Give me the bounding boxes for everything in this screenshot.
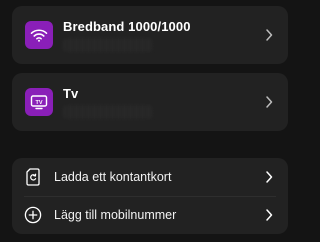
load-prepaid-card-label: Ladda ett kontantkort xyxy=(54,170,172,184)
chevron-right-icon xyxy=(264,28,274,42)
service-card-broadband[interactable]: Bredband 1000/1000 xyxy=(12,6,288,64)
tv-icon: TV xyxy=(25,88,53,116)
add-mobile-number-row[interactable]: Lägg till mobilnummer xyxy=(12,196,288,234)
plus-circle-icon xyxy=(24,206,42,224)
service-title-broadband: Bredband 1000/1000 xyxy=(63,19,191,34)
add-mobile-number-label: Lägg till mobilnummer xyxy=(54,208,177,222)
actions-card: Ladda ett kontantkort Lägg till mobilnum… xyxy=(12,158,288,234)
sim-card-icon xyxy=(24,168,42,186)
services-screen: Bredband 1000/1000 TV Tv Ladda ett konta… xyxy=(0,0,300,242)
load-prepaid-card-row[interactable]: Ladda ett kontantkort xyxy=(12,158,288,196)
chevron-right-icon xyxy=(264,95,274,109)
wifi-icon xyxy=(25,21,53,49)
service-title-tv: Tv xyxy=(63,86,79,101)
chevron-right-icon xyxy=(264,208,274,222)
service-card-tv[interactable]: TV Tv xyxy=(12,73,288,131)
chevron-right-icon xyxy=(264,170,274,184)
redacted-detail xyxy=(63,38,153,52)
redacted-detail xyxy=(63,105,153,119)
svg-text:TV: TV xyxy=(35,100,42,106)
